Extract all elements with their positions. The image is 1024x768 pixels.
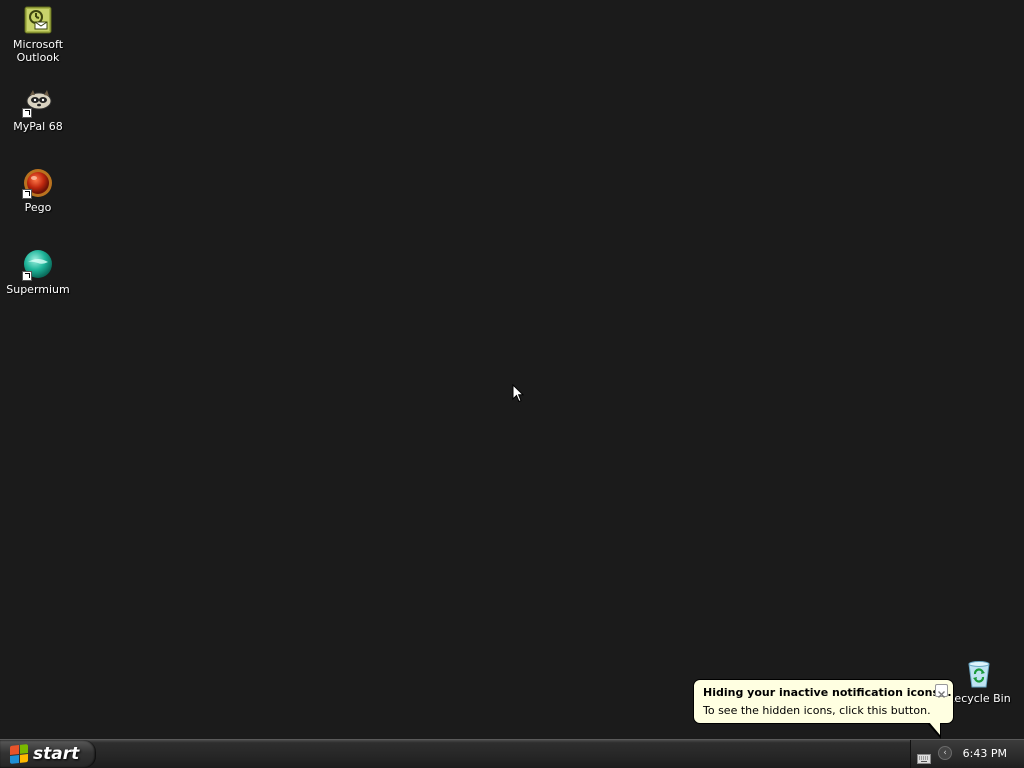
balloon-tail-fill	[929, 722, 940, 735]
windows-logo-icon	[10, 744, 28, 764]
supermium-icon	[22, 249, 54, 281]
desktop-icon-label: Microsoft Outlook	[12, 38, 64, 64]
pego-icon	[22, 167, 54, 199]
start-label: start	[33, 744, 80, 764]
shortcut-arrow-icon	[22, 189, 32, 199]
balloon-title: Hiding your inactive notification icons.…	[703, 686, 952, 699]
start-button[interactable]: start	[0, 740, 96, 768]
logo-pane-blue	[10, 754, 19, 764]
logo-pane-yellow	[19, 753, 28, 763]
desktop-icon-supermium[interactable]: Supermium	[0, 249, 76, 296]
desktop-icon-label: Pego	[24, 201, 52, 214]
shortcut-arrow-icon	[22, 271, 32, 281]
desktop-icon-mypal[interactable]: MyPal 68	[0, 86, 76, 133]
system-tray: ‹ 6:43 PM	[910, 740, 1024, 768]
shortcut-arrow-icon	[22, 108, 32, 118]
desktop: Microsoft Outlook MyPal 68 Pego Supermiu…	[0, 0, 1024, 739]
recycle-bin-icon	[963, 658, 995, 690]
keyboard-icon[interactable]	[917, 749, 931, 768]
show-hidden-icons-button[interactable]: ‹	[938, 746, 952, 760]
balloon-close-button[interactable]	[935, 684, 948, 698]
logo-pane-green	[19, 744, 28, 754]
balloon-text: To see the hidden icons, click this butt…	[703, 704, 931, 717]
close-icon	[938, 691, 945, 698]
logo-pane-red	[10, 745, 19, 755]
mypal-icon	[22, 86, 54, 118]
taskbar: start ‹ 6:43 PM	[0, 739, 1024, 768]
outlook-icon	[22, 4, 54, 36]
desktop-icon-pego[interactable]: Pego	[0, 167, 76, 214]
desktop-icon-outlook[interactable]: Microsoft Outlook	[0, 4, 76, 64]
notification-balloon[interactable]: Hiding your inactive notification icons.…	[693, 679, 954, 724]
desktop-icon-label: Supermium	[6, 283, 70, 296]
chevron-left-icon: ‹	[943, 748, 947, 758]
tray-clock[interactable]: 6:43 PM	[963, 747, 1007, 760]
desktop-icon-label: MyPal 68	[13, 120, 63, 133]
mouse-cursor-icon	[512, 383, 525, 407]
